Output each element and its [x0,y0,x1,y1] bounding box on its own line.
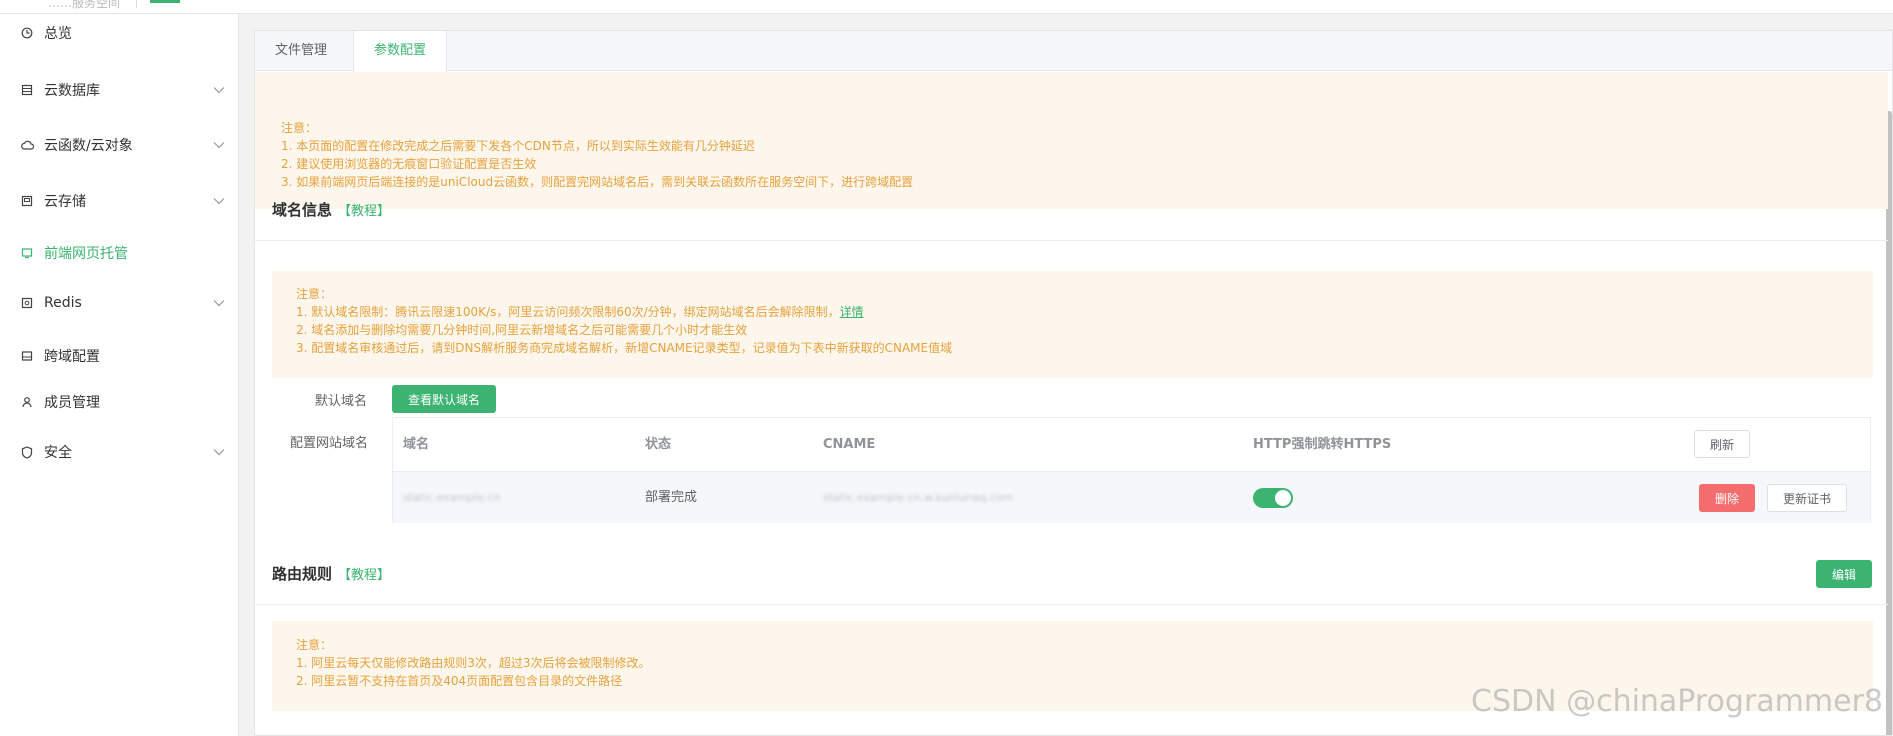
divider [255,604,1888,605]
notice-line: 3. 如果前端网页后端连接的是uniCloud云函数，则配置完网站域名后，需到关… [281,175,914,189]
route-tutorial-link[interactable]: 【教程】 [338,568,390,583]
notice-line: 2. 建议使用浏览器的无痕窗口验证配置是否生效 [281,157,537,171]
sidebar-item-cloud-functions[interactable]: 云函数/云对象 [0,128,239,162]
sidebar-item-storage[interactable]: 云存储 [0,184,239,218]
tab-parameter-config[interactable]: 参数配置 [353,31,448,72]
chevron-down-icon [213,194,225,209]
chevron-down-icon [213,296,225,311]
route-section-title: 路由规则 【教程】 [272,563,390,584]
domain-tutorial-link[interactable]: 【教程】 [338,204,390,219]
status-badge [150,0,180,3]
redis-icon [20,296,34,310]
refresh-button[interactable]: 刷新 [1694,430,1750,458]
tab-file-management[interactable]: 文件管理 [255,31,347,71]
sidebar-item-overview[interactable]: 总览 [0,16,239,50]
main-panel: 文件管理 参数配置 注意： 1. 本页面的配置在修改完成之后需要下发各个CDN节… [254,30,1893,736]
notice-line: 1. 本页面的配置在修改完成之后需要下发各个CDN节点，所以到实际生效能有几分钟… [281,139,755,153]
domain-cell: static.example.cn [403,491,501,504]
notice-line: 1. 阿里云每天仅能修改路由规则3次，超过3次后将会被限制修改。 [296,656,651,670]
storage-icon [20,194,34,208]
notice-top: 注意： 1. 本页面的配置在修改完成之后需要下发各个CDN节点，所以到实际生效能… [255,72,1888,209]
view-default-domain-button[interactable]: 查看默认域名 [392,385,496,413]
details-link[interactable]: 详情 [840,305,864,319]
notice-line-text: 1. 默认域名限制：腾讯云限速100K/s，阿里云访问频次限制60次/分钟，绑定… [296,305,840,319]
notice-title: 注意： [296,287,333,301]
sidebar-item-cors[interactable]: 跨域配置 [0,339,239,373]
sidebar-item-label: Redis [44,295,82,311]
chevron-down-icon [213,445,225,460]
sidebar-item-label: 安全 [44,445,72,461]
top-bar: ……服务空间 [0,0,1893,14]
sidebar-item-label: 总览 [44,26,72,42]
column-header-cname: CNAME [823,437,876,452]
notice-line: 2. 域名添加与删除均需要几分钟时间,阿里云新增域名之后可能需要几个小时才能生效 [296,323,748,337]
section-title-text: 域名信息 [272,201,333,219]
notice-line: 1. 默认域名限制：腾讯云限速100K/s，阿里云访问频次限制60次/分钟，绑定… [296,303,864,321]
sidebar-item-label: 前端网页托管 [44,246,128,262]
sidebar: 总览 云数据库 云函数/云对象 云存储 前端网页托管 Redis 跨域配置 成员… [0,14,239,736]
table-row: static.example.cn 部署完成 static.example.cn… [393,471,1870,523]
section-title-text: 路由规则 [272,565,333,583]
notice-line: 3. 配置域名审核通过后，请到DNS解析服务商完成域名解析，新增CNAME记录类… [296,341,953,355]
cloud-icon [20,138,34,152]
database-icon [20,83,34,97]
sidebar-item-label: 跨域配置 [44,349,100,365]
divider [255,240,1888,241]
notice-line: 2. 阿里云暂不支持在首页及404页面配置包含目录的文件路径 [296,674,623,688]
column-header-https: HTTP强制跳转HTTPS [1253,437,1392,452]
status-cell: 部署完成 [645,490,698,505]
toggle-knob [1275,490,1291,506]
sidebar-item-label: 云存储 [44,194,86,210]
chevron-down-icon [213,138,225,153]
sidebar-item-hosting[interactable]: 前端网页托管 [0,236,239,270]
sidebar-item-label: 云数据库 [44,83,100,99]
site-domain-label: 配置网站域名 [290,436,369,451]
chevron-down-icon [213,83,225,98]
update-certificate-button[interactable]: 更新证书 [1767,484,1847,512]
sidebar-item-label: 成员管理 [44,395,100,411]
notice-title: 注意： [296,638,333,652]
sidebar-item-security[interactable]: 安全 [0,435,239,469]
sidebar-item-members[interactable]: 成员管理 [0,385,239,419]
column-header-status: 状态 [645,437,672,452]
https-redirect-toggle[interactable] [1253,488,1293,508]
watermark: CSDN @chinaProgrammer8 [1471,684,1883,719]
breadcrumb: ……服务空间 [48,0,121,10]
domain-notice: 注意： 1. 默认域名限制：腾讯云限速100K/s，阿里云访问频次限制60次/分… [272,271,1873,378]
column-header-domain: 域名 [403,437,430,452]
sidebar-item-label: 云函数/云对象 [44,138,133,154]
domain-table: 域名 状态 CNAME HTTP强制跳转HTTPS 刷新 static.exam… [392,417,1871,523]
delete-button[interactable]: 删除 [1699,484,1755,512]
sidebar-item-database[interactable]: 云数据库 [0,73,239,107]
notice-title: 注意： [281,121,318,135]
edit-route-button[interactable]: 编辑 [1816,560,1872,588]
hosting-icon [20,246,34,260]
cname-cell: static.example.cn.w.kunlunaq.com [823,491,1014,504]
cors-icon [20,349,34,363]
default-domain-label: 默认域名 [315,394,368,409]
top-divider [136,0,137,8]
sidebar-item-redis[interactable]: Redis [0,286,239,320]
clock-icon [20,26,34,40]
member-icon [20,395,34,409]
domain-section-title: 域名信息 【教程】 [272,199,390,220]
tab-bar: 文件管理 参数配置 [255,31,1892,72]
shield-icon [20,445,34,459]
